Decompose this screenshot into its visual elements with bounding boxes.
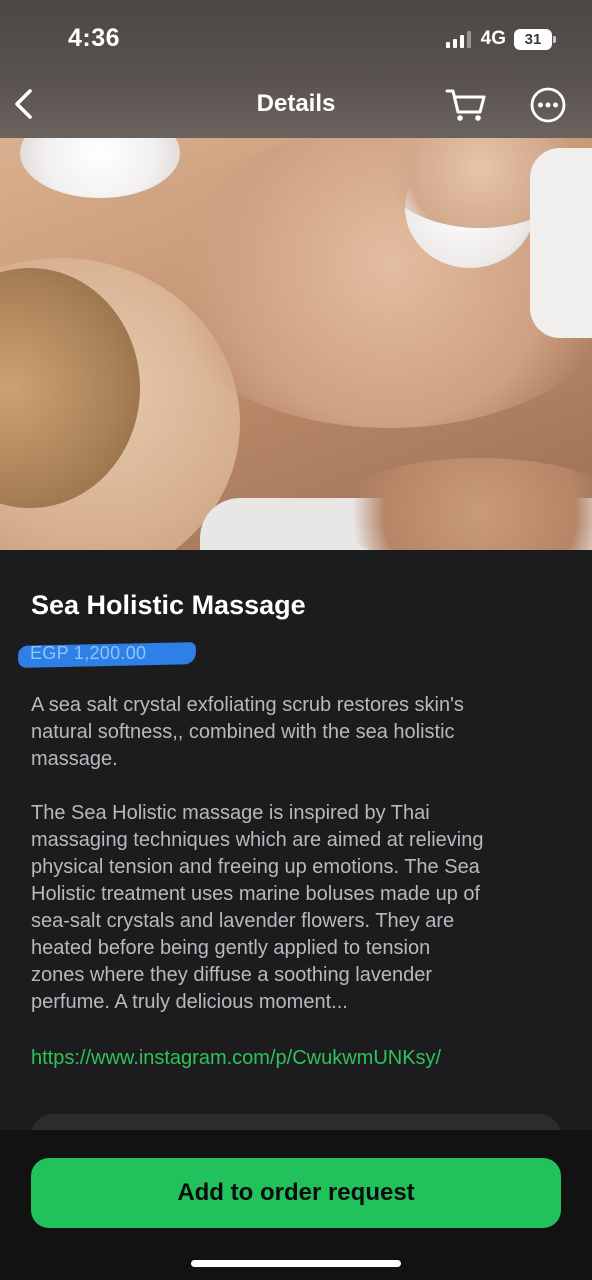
description-paragraph-2: The Sea Holistic massage is inspired by … [31,802,484,1013]
cart-icon [445,89,486,121]
details-screen: 4:36 4G 31 Details Sea Holistic Massage … [0,0,592,1280]
battery-icon: 31 [514,28,556,50]
product-name: Sea Holistic Massage [31,590,306,620]
bottom-bar: Add to order request [0,1130,592,1280]
home-indicator [191,1260,401,1267]
top-bar: 4:36 4G 31 Details [0,0,592,138]
page-title: Details [256,90,336,117]
add-to-order-button[interactable]: Add to order request [31,1158,561,1228]
network-type: 4G [480,28,506,49]
status-time: 4:36 [68,24,121,52]
more-circle-icon [530,87,566,123]
instagram-link[interactable]: https://www.instagram.com/p/CwukwmUNKsy/ [31,1047,441,1070]
status-indicators: 4G 31 [445,28,556,50]
more-button[interactable] [529,86,567,124]
signal-icon [445,30,471,48]
cart-button[interactable] [444,86,488,124]
product-price: EGP 1,200.00 [30,643,147,663]
product-image [0,138,592,550]
product-details: Sea Holistic Massage EGP 1,200.00 A sea … [0,550,592,1154]
price-container: EGP 1,200.00 [17,640,197,668]
description-paragraph-1: A sea salt crystal exfoliating scrub res… [31,694,464,770]
battery-level: 31 [524,30,542,48]
